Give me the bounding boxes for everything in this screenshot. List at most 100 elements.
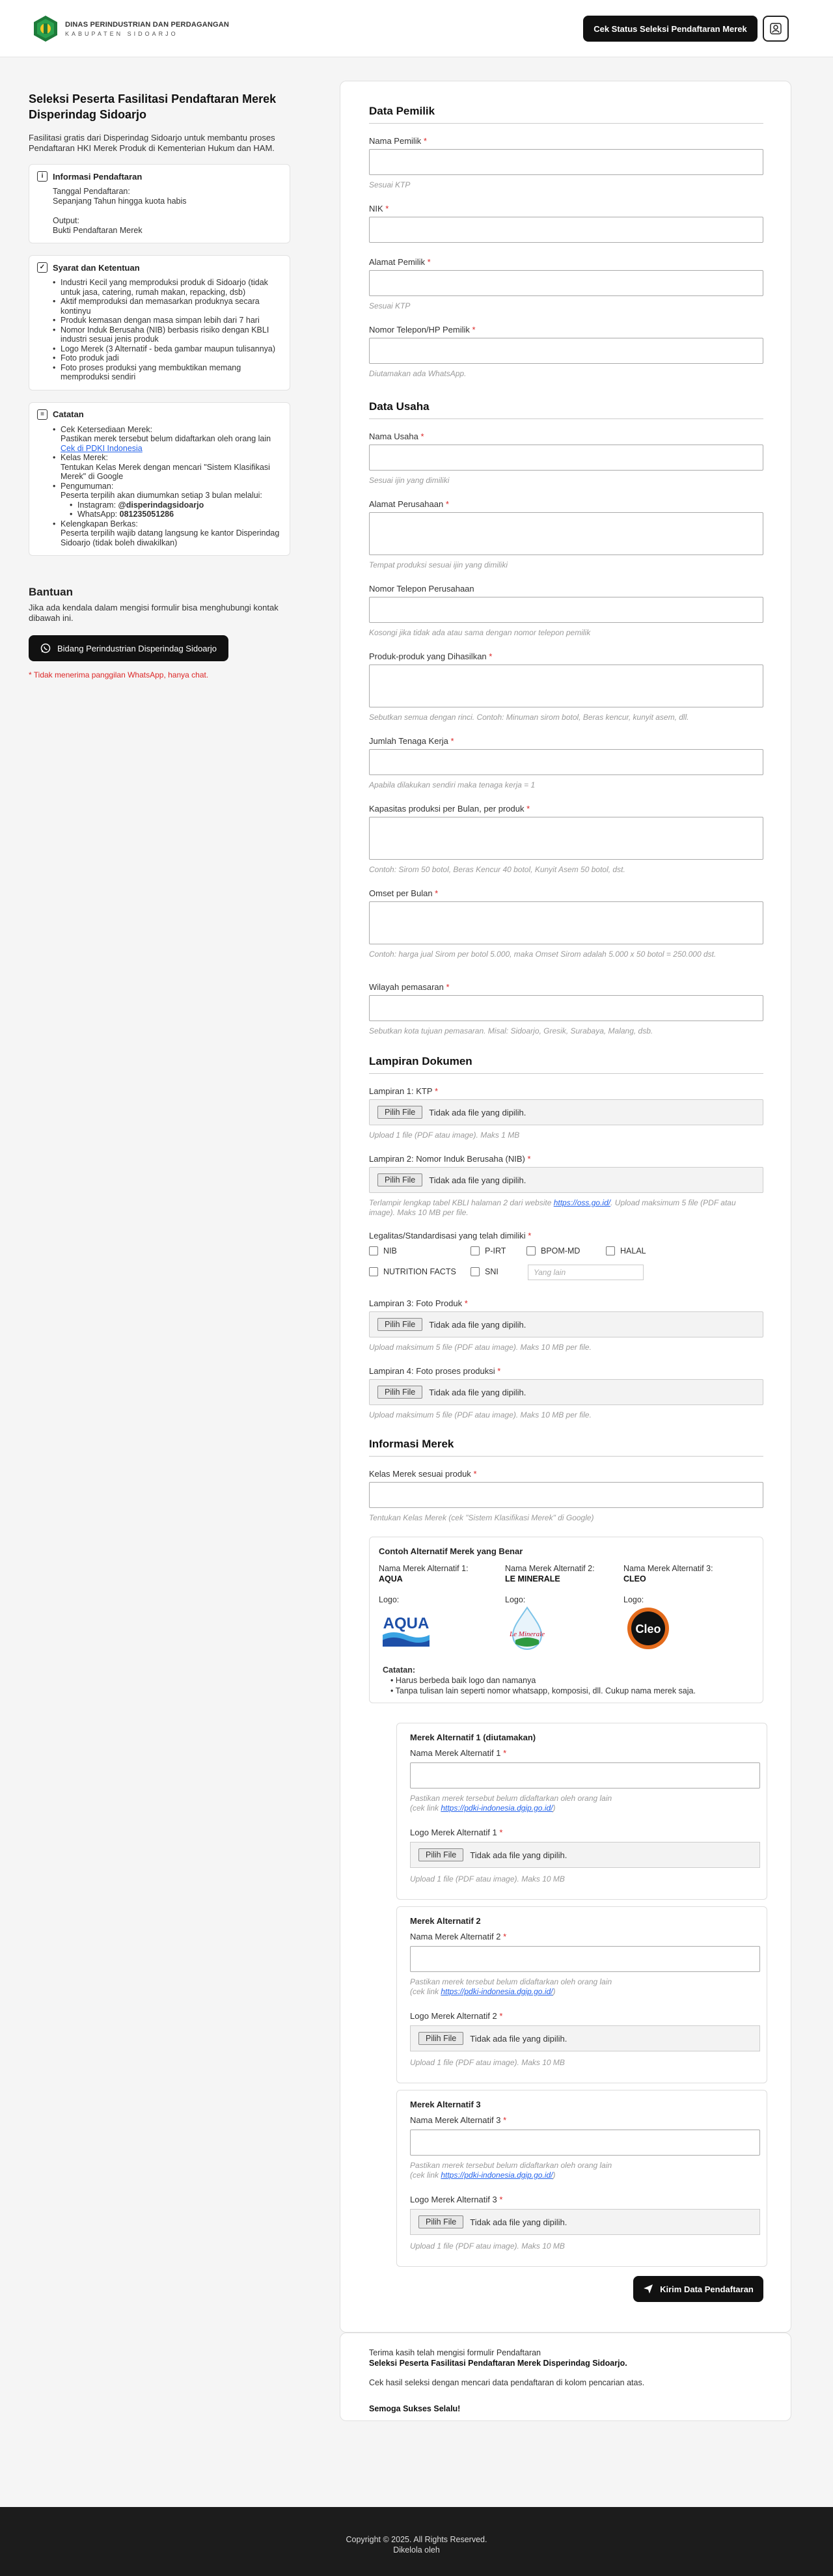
syarat-item: Industri Kecil yang memproduksi produk d… <box>53 278 280 297</box>
nama-pemilik-input[interactable] <box>369 149 763 175</box>
telp-pemilik-label: Nomor Telepon/HP Pemilik * <box>369 325 476 335</box>
bantuan-title: Bantuan <box>29 586 73 598</box>
site-header: DINAS PERINDUSTRIAN DAN PERDAGANGAN KABU… <box>0 0 833 57</box>
syarat-item: Logo Merek (3 Alternatif - beda gambar m… <box>53 344 280 354</box>
pdki-link[interactable]: https://pdki-indonesia.dgip.go.id/ <box>441 2171 553 2180</box>
alamat-pemilik-hint: Sesuai KTP <box>369 301 411 310</box>
checkbox-halal[interactable]: HALAL <box>606 1246 646 1255</box>
lampiran-foto-produk-hint: Upload maksimum 5 file (PDF atau image).… <box>369 1343 592 1352</box>
produk-hint: Sebutkan semua dengan rinci. Contoh: Min… <box>369 713 689 722</box>
lampiran-foto-produk-file[interactable]: Pilih File Tidak ada file yang dipilih. <box>369 1311 763 1337</box>
svg-text:Le Minerale: Le Minerale <box>509 1630 545 1638</box>
checklist-icon: ✓ <box>37 262 48 273</box>
alternatif-2-logo-hint: Upload 1 file (PDF atau image). Maks 10 … <box>410 2058 565 2067</box>
submit-button[interactable]: Kirim Data Pendaftaran <box>633 2276 763 2302</box>
checkbox-nib[interactable]: NIB <box>369 1246 397 1255</box>
checkbox-nutrition-facts[interactable]: NUTRITION FACTS <box>369 1267 456 1276</box>
merek-alternatif-1-box: Merek Alternatif 1 (diutamakan) Nama Mer… <box>396 1723 767 1900</box>
merek-alternatif-2-box: Merek Alternatif 2 Nama Merek Alternatif… <box>396 1906 767 2083</box>
legalitas-label: Legalitas/Standardisasi yang telah dimil… <box>369 1231 532 1240</box>
alternatif-1-logo-label: Logo Merek Alternatif 1 * <box>410 1828 503 1837</box>
send-icon <box>644 2284 653 2294</box>
alternatif-2-logo-file[interactable]: Pilih File Tidak ada file yang dipilih. <box>410 2025 760 2051</box>
nik-input[interactable] <box>369 217 763 243</box>
alternatif-1-title: Merek Alternatif 1 (diutamakan) <box>410 1733 536 1742</box>
oss-link[interactable]: https://oss.go.id/ <box>554 1198 610 1207</box>
info-sidebar: Seleksi Peserta Fasilitasi Pendaftaran M… <box>29 91 290 679</box>
legalitas-lainnya-input[interactable]: Yang lain <box>528 1265 644 1280</box>
pdki-link[interactable]: https://pdki-indonesia.dgip.go.id/ <box>441 1987 553 1996</box>
catatan-item-text: Tentukan Kelas Merek dengan mencari "Sis… <box>61 462 270 482</box>
cek-status-button[interactable]: Cek Status Seleksi Pendaftaran Merek <box>583 16 758 42</box>
kapasitas-hint: Contoh: Sirom 50 botol, Beras Kencur 40 … <box>369 865 625 874</box>
alternatif-3-logo-file[interactable]: Pilih File Tidak ada file yang dipilih. <box>410 2209 760 2235</box>
kapasitas-input[interactable] <box>369 817 763 860</box>
section-data-usaha: Data Usaha <box>369 400 430 413</box>
alternatif-1-nama-input[interactable] <box>410 1762 760 1788</box>
whatsapp-contact: WhatsApp: 081235051286 <box>70 510 280 519</box>
file-status: Tidak ada file yang dipilih. <box>470 2033 567 2044</box>
checkbox-bpom-md[interactable]: BPOM-MD <box>526 1246 580 1255</box>
syarat-item: Nomor Induk Berusaha (NIB) berbasis risi… <box>53 325 280 344</box>
thanks-card: Terima kasih telah mengisi formulir Pend… <box>340 2333 791 2421</box>
thanks-line-4: Semoga Sukses Selalu! <box>369 2404 461 2413</box>
choose-file-button[interactable]: Pilih File <box>377 1386 423 1399</box>
file-status: Tidak ada file yang dipilih. <box>429 1387 526 1397</box>
telp-pemilik-input[interactable] <box>369 338 763 364</box>
nama-usaha-label: Nama Usaha * <box>369 432 424 441</box>
alamat-perusahaan-input[interactable] <box>369 512 763 555</box>
choose-file-button[interactable]: Pilih File <box>418 2215 464 2228</box>
nama-pemilik-hint: Sesuai KTP <box>369 180 411 189</box>
omset-input[interactable] <box>369 901 763 944</box>
checkbox-sni[interactable]: SNI <box>471 1267 498 1276</box>
alternatif-1-logo-file[interactable]: Pilih File Tidak ada file yang dipilih. <box>410 1842 760 1868</box>
site-footer: Copyright © 2025. All Rights Reserved. D… <box>0 2507 833 2576</box>
alternatif-3-nama-input[interactable] <box>410 2130 760 2156</box>
produk-label: Produk-produk yang Dihasilkan * <box>369 651 493 661</box>
syarat-item: Foto proses produksi yang membuktikan me… <box>53 363 280 382</box>
alamat-perusahaan-label: Alamat Perusahaan * <box>369 499 449 509</box>
syarat-item: Aktif memproduksi dan memasarkan produkn… <box>53 297 280 316</box>
user-login-button[interactable] <box>763 16 789 42</box>
kelas-merek-input[interactable] <box>369 1482 763 1508</box>
checkbox-pirt[interactable]: P-IRT <box>471 1246 506 1255</box>
contoh-note-item: Tanpa tulisan lain seperti nomor whatsap… <box>390 1686 696 1696</box>
alternatif-2-nama-input[interactable] <box>410 1946 760 1972</box>
aqua-logo: AQUA <box>383 1615 430 1647</box>
thanks-line-3: Cek hasil seleksi dengan mencari data pe… <box>369 2378 645 2387</box>
site-logo[interactable]: DINAS PERINDUSTRIAN DAN PERDAGANGAN KABU… <box>31 14 229 43</box>
pdki-link[interactable]: https://pdki-indonesia.dgip.go.id/ <box>441 1803 553 1813</box>
telp-pemilik-hint: Diutamakan ada WhatsApp. <box>369 369 467 378</box>
tenaga-kerja-input[interactable] <box>369 749 763 775</box>
choose-file-button[interactable]: Pilih File <box>377 1318 423 1331</box>
catatan-item: Cek Ketersediaan Merek: Pastikan merek t… <box>53 425 280 454</box>
lampiran-ktp-hint: Upload 1 file (PDF atau image). Maks 1 M… <box>369 1130 520 1140</box>
alamat-pemilik-input[interactable] <box>369 270 763 296</box>
lampiran-nib-file[interactable]: Pilih File Tidak ada file yang dipilih. <box>369 1167 763 1193</box>
choose-file-button[interactable]: Pilih File <box>418 1848 464 1861</box>
alternatif-1-hint: Pastikan merek tersebut belum didaftarka… <box>410 1794 612 1813</box>
wilayah-input[interactable] <box>369 995 763 1021</box>
produk-input[interactable] <box>369 665 763 707</box>
lampiran-ktp-file[interactable]: Pilih File Tidak ada file yang dipilih. <box>369 1099 763 1125</box>
lampiran-proses-file[interactable]: Pilih File Tidak ada file yang dipilih. <box>369 1379 763 1405</box>
alternatif-3-logo-hint: Upload 1 file (PDF atau image). Maks 10 … <box>410 2241 565 2251</box>
omset-hint: Contoh: harga jual Sirom per botol 5.000… <box>369 950 717 959</box>
alternatif-1-logo-hint: Upload 1 file (PDF atau image). Maks 10 … <box>410 1874 565 1884</box>
copyright-text: Copyright © 2025. All Rights Reserved. <box>346 2535 487 2544</box>
choose-file-button[interactable]: Pilih File <box>418 2032 464 2045</box>
catatan-card-title: Catatan <box>53 409 84 419</box>
catatan-item-title: Pengumuman: <box>61 481 114 491</box>
choose-file-button[interactable]: Pilih File <box>377 1173 423 1186</box>
nama-usaha-input[interactable] <box>369 445 763 471</box>
choose-file-button[interactable]: Pilih File <box>377 1106 423 1119</box>
alternatif-2-logo-label: Logo Merek Alternatif 2 * <box>410 2011 503 2021</box>
telp-perusahaan-label: Nomor Telepon Perusahaan <box>369 584 474 594</box>
telp-perusahaan-input[interactable] <box>369 597 763 623</box>
alternatif-3-title: Merek Alternatif 3 <box>410 2100 481 2109</box>
pdki-link[interactable]: Cek di PDKI Indonesia <box>61 444 143 453</box>
whatsapp-button[interactable]: Bidang Perindustrian Disperindag Sidoarj… <box>29 635 228 661</box>
whatsapp-button-label: Bidang Perindustrian Disperindag Sidoarj… <box>57 643 217 653</box>
alternatif-3-logo-label: Logo Merek Alternatif 3 * <box>410 2195 503 2204</box>
bantuan-text: Jika ada kendala dalam mengisi formulir … <box>29 603 279 623</box>
